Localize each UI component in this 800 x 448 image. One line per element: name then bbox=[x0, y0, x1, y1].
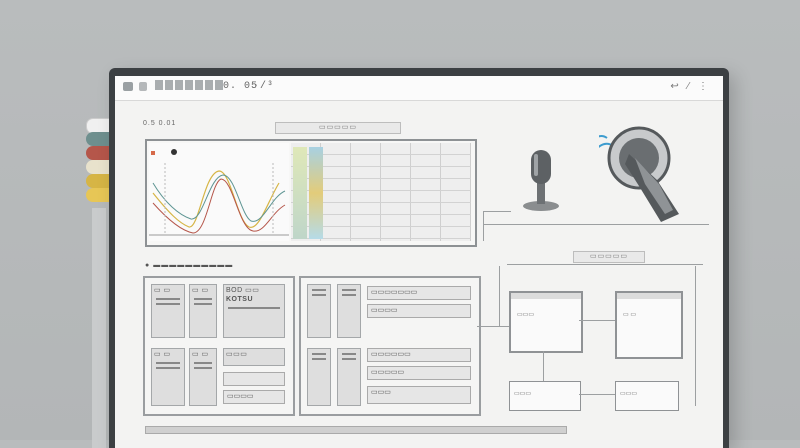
stepper-4[interactable] bbox=[337, 348, 361, 406]
list-icon[interactable] bbox=[185, 80, 193, 90]
option-box-5[interactable]: ▭ ▭ bbox=[189, 348, 217, 406]
chart-dot-icon bbox=[171, 149, 177, 155]
section-label: ▬▬▬▬▬▬▬▬▬▬ bbox=[153, 262, 234, 269]
dropdown-label: ▭▭▭▭▭ bbox=[589, 253, 629, 260]
diagram-node-b[interactable]: ▭ ▭ bbox=[615, 291, 683, 359]
settings-icon[interactable] bbox=[215, 80, 223, 90]
status-strip bbox=[145, 426, 567, 434]
diagram-edge bbox=[543, 351, 544, 381]
text-field[interactable] bbox=[223, 372, 285, 386]
window-controls[interactable]: ↩ ⁄ ⋮ bbox=[670, 81, 711, 92]
left-form-panel: ▭ ▭ ▭ ▭ BOD ▭▭ KOTSU ▭ ▭ ▭ ▭ ▭▭▭ ▭▭▭▭ bbox=[143, 276, 295, 416]
input-field-5[interactable]: ▭▭▭ bbox=[367, 386, 471, 404]
diagram-edge bbox=[695, 266, 696, 406]
address-suffix: ·/³ bbox=[253, 81, 275, 92]
view-icon[interactable] bbox=[195, 80, 203, 90]
data-grid[interactable] bbox=[291, 143, 471, 241]
menu-icon[interactable] bbox=[123, 82, 133, 91]
diagram-node-a[interactable]: ▭▭▭ bbox=[509, 291, 583, 353]
node-a-label: ▭▭▭ bbox=[517, 312, 535, 318]
diagram-node-d[interactable]: ▭▭▭ bbox=[615, 381, 679, 411]
chart-title: ▭▭▭▭▭ bbox=[318, 124, 358, 131]
folder-icon[interactable] bbox=[165, 80, 173, 90]
joystick-icon[interactable] bbox=[519, 146, 563, 212]
diagram-edge bbox=[477, 326, 509, 327]
option-box-4[interactable]: ▭ ▭ bbox=[151, 348, 185, 406]
screen: 0. 05 ·/³ ↩ ⁄ ⋮ 0.5 0.01 ▭▭▭▭▭ ▭▭▭▭▭ ● ▬… bbox=[115, 76, 723, 448]
connector bbox=[507, 264, 703, 265]
diagram-edge bbox=[579, 320, 615, 321]
bottom-field[interactable]: ▭▭▭▭ bbox=[223, 390, 285, 404]
grid-icon[interactable] bbox=[175, 80, 183, 90]
back-icon[interactable] bbox=[139, 82, 147, 91]
tool-icon[interactable] bbox=[205, 80, 213, 90]
input-field-4[interactable]: ▭▭▭▭▭ bbox=[367, 366, 471, 380]
connector bbox=[483, 211, 511, 212]
diagram-edge bbox=[579, 394, 615, 395]
diagram-node-c[interactable]: ▭▭▭ bbox=[509, 381, 581, 411]
waveform-svg bbox=[149, 149, 289, 236]
file-icon[interactable] bbox=[155, 80, 163, 90]
connector bbox=[483, 211, 484, 241]
grid-col-highlight-2 bbox=[309, 147, 323, 239]
node-b-label: ▭ ▭ bbox=[623, 312, 637, 318]
dropdown-pill[interactable]: ▭▭▭▭▭ bbox=[573, 251, 645, 263]
diagram-edge bbox=[499, 266, 500, 326]
right-form-panel: ▭▭▭▭▭▭▭ ▭▭▭▭ ▭▭▭▭▭▭ ▭▭▭▭▭ ▭▭▭ bbox=[299, 276, 481, 416]
section-heading: ● ▬▬▬▬▬▬▬▬▬▬ bbox=[145, 262, 234, 269]
node-c-label: ▭▭▭ bbox=[514, 391, 532, 397]
option-box-2[interactable]: ▭ ▭ bbox=[189, 284, 217, 338]
option-box-1[interactable]: ▭ ▭ bbox=[151, 284, 185, 338]
binder-rod bbox=[92, 208, 106, 448]
input-field-1[interactable]: ▭▭▭▭▭▭▭ bbox=[367, 286, 471, 300]
series-red bbox=[152, 178, 286, 234]
node-b-header bbox=[617, 293, 681, 299]
input-field-3[interactable]: ▭▭▭▭▭▭ bbox=[367, 348, 471, 362]
node-a-header bbox=[511, 293, 581, 299]
series-teal bbox=[152, 174, 286, 222]
input-field-2[interactable]: ▭▭▭▭ bbox=[367, 304, 471, 318]
stepper-3[interactable] bbox=[337, 284, 361, 338]
stepper-2[interactable] bbox=[307, 348, 331, 406]
info-box-3[interactable]: BOD ▭▭ KOTSU bbox=[223, 284, 285, 338]
connector bbox=[483, 224, 709, 225]
option-box-6[interactable]: ▭▭▭ bbox=[223, 348, 285, 366]
title-bar: 0. 05 ·/³ ↩ ⁄ ⋮ bbox=[115, 76, 723, 101]
stepper-1[interactable] bbox=[307, 284, 331, 338]
chart-panel bbox=[145, 139, 477, 247]
waveform-chart[interactable] bbox=[149, 143, 289, 241]
dial-knob-icon[interactable] bbox=[599, 124, 695, 224]
grid-col-highlight-1 bbox=[293, 147, 307, 239]
chart-title-pill: ▭▭▭▭▭ bbox=[275, 122, 401, 134]
monitor: 0. 05 ·/³ ↩ ⁄ ⋮ 0.5 0.01 ▭▭▭▭▭ ▭▭▭▭▭ ● ▬… bbox=[109, 68, 729, 448]
section-top-label: 0.5 0.01 bbox=[143, 120, 177, 127]
chart-marker bbox=[151, 151, 155, 155]
toolbar-icons bbox=[155, 80, 223, 90]
node-d-label: ▭▭▭ bbox=[620, 391, 638, 397]
